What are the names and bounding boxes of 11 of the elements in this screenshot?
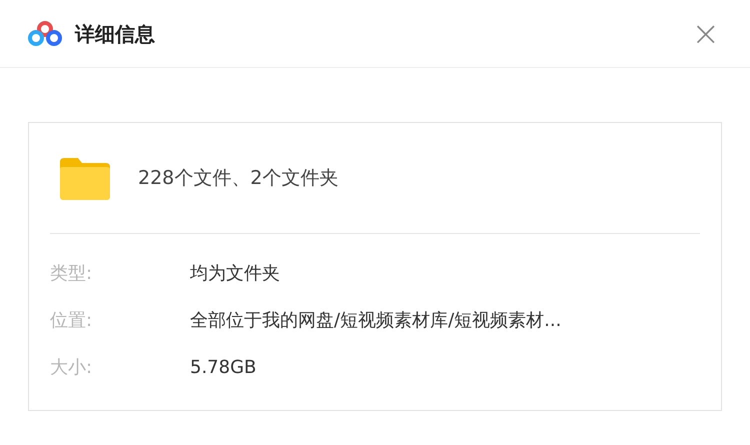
field-label: 大小: (50, 356, 94, 380)
field-value: 5.78GB (190, 356, 256, 380)
field-value: 均为文件夹 (190, 262, 280, 286)
field-value: 全部位于我的网盘/短视频素材库/短视频素材... (190, 309, 562, 333)
summary-text: 228个文件、2个文件夹 (138, 166, 338, 191)
folder-icon (60, 156, 110, 200)
cloud-logo-icon (27, 20, 63, 46)
field-label: 位置: (50, 309, 94, 333)
window-title: 详细信息 (75, 20, 155, 48)
field-label: 类型: (50, 262, 94, 286)
close-button[interactable]: × (692, 16, 720, 50)
